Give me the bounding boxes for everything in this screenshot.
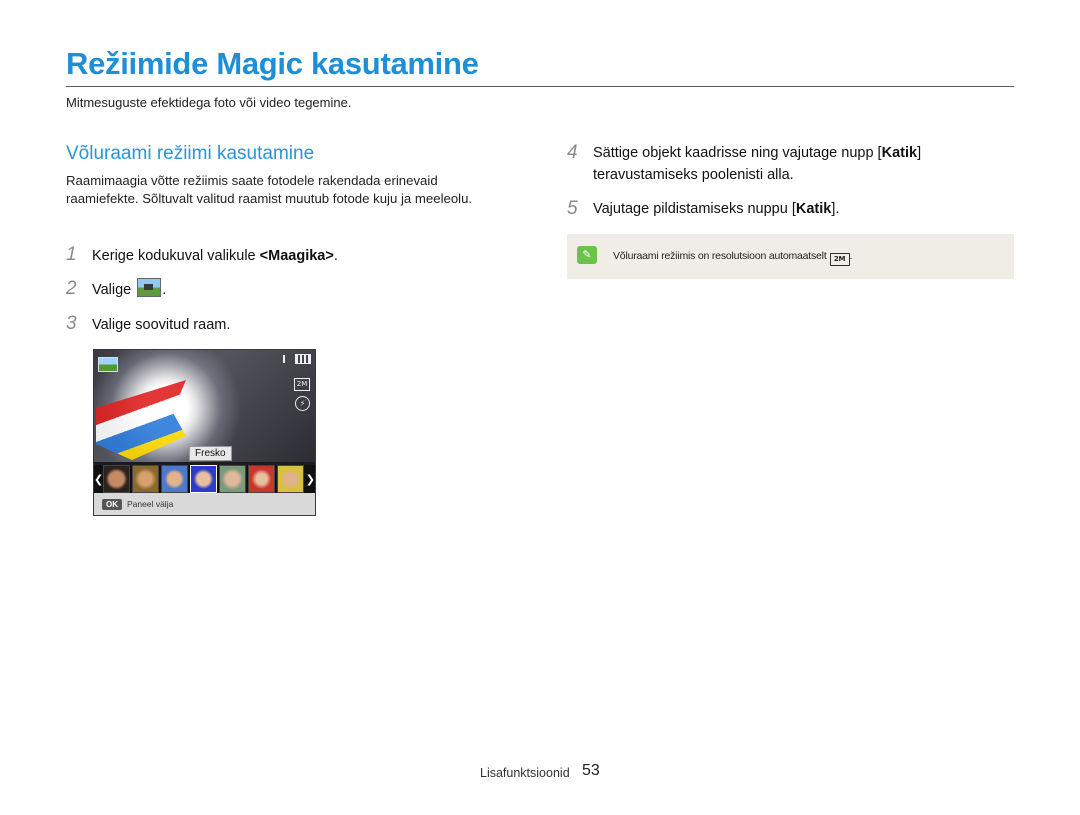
step-text: Vajutage pildistamiseks nuppu [ bbox=[593, 201, 796, 217]
step-text-end: . bbox=[162, 282, 167, 298]
camera-bottom-bar: OK Paneel välja bbox=[94, 493, 315, 515]
step-bold-text: Katik bbox=[795, 201, 832, 217]
step-number: 3 bbox=[66, 313, 77, 334]
step-text: Valige bbox=[92, 282, 132, 298]
frame-thumbnail-strip[interactable]: ❮ ❯ bbox=[94, 465, 315, 493]
title-divider bbox=[66, 86, 1014, 87]
frame-thumbnail[interactable] bbox=[103, 465, 131, 493]
step-text-end: ]. bbox=[831, 201, 840, 217]
ok-key-icon[interactable]: OK bbox=[102, 498, 122, 510]
battery-icon bbox=[295, 354, 311, 364]
step-number: 4 bbox=[567, 142, 578, 163]
frame-thumbnail[interactable] bbox=[132, 465, 160, 493]
frame-thumbnail[interactable] bbox=[218, 465, 246, 493]
step-text: Sättige objekt kaadrisse ning vajutage n… bbox=[593, 145, 882, 161]
step-5: 5 Vajutage pildistamiseks nuppu [Katik]. bbox=[567, 198, 993, 220]
step-1: 1 Kerige kodukuval valikule <Maagika>. bbox=[66, 244, 338, 266]
signal-icon bbox=[283, 355, 285, 363]
section-intro: Raamimaagia võtte režiimis saate fotodel… bbox=[66, 173, 473, 206]
note-text: Võluraami režiimis on resolutsioon autom… bbox=[613, 250, 852, 266]
flash-icon: ⚡ bbox=[295, 396, 310, 411]
page-number: 53 bbox=[582, 762, 600, 779]
step-text: Valige soovitud raam. bbox=[92, 317, 231, 333]
step-number: 2 bbox=[66, 278, 77, 299]
step-4: 4 Sättige objekt kaadrisse ning vajutage… bbox=[567, 142, 993, 186]
note-icon: ✎ bbox=[577, 246, 597, 264]
step-bold-text: Katik bbox=[881, 145, 918, 161]
page-subtitle: Mitmesuguste efektidega foto või video t… bbox=[66, 95, 352, 110]
step-2: 2 Valige. bbox=[66, 278, 166, 300]
step-number: 5 bbox=[567, 198, 578, 219]
chevron-right-icon[interactable]: ❯ bbox=[306, 473, 315, 486]
frame-name-label: Fresko bbox=[189, 446, 232, 461]
page-title: Režiimide Magic kasutamine bbox=[66, 46, 479, 81]
mode-icon bbox=[98, 357, 118, 372]
status-bar bbox=[283, 354, 311, 364]
chevron-left-icon[interactable]: ❮ bbox=[94, 473, 103, 486]
step-number: 1 bbox=[66, 244, 77, 265]
panel-off-label: Paneel välja bbox=[127, 499, 174, 509]
camera-screen: 2M ⚡ Fresko ❮ ❯ OK Paneel välja bbox=[93, 349, 316, 516]
section-title: Võluraami režiimi kasutamine bbox=[66, 143, 315, 164]
footer-section-label: Lisafunktsioonid bbox=[480, 766, 570, 780]
resolution-icon: 2M bbox=[294, 378, 310, 391]
frame-thumbnail-selected[interactable] bbox=[190, 465, 217, 493]
note-text-body: Võluraami režiimis on resolutsioon autom… bbox=[613, 250, 827, 262]
frame-thumbnail[interactable] bbox=[161, 465, 189, 493]
step-text-end: . bbox=[333, 248, 338, 264]
note-text-end: . bbox=[849, 250, 853, 262]
magic-frame-icon bbox=[137, 278, 162, 297]
note-box: ✎ Võluraami režiimis on resolutsioon aut… bbox=[567, 234, 1014, 279]
frame-thumbnail[interactable] bbox=[247, 465, 275, 493]
resolution-icon: 2M bbox=[829, 253, 850, 266]
frame-thumbnail[interactable] bbox=[276, 465, 304, 493]
step-text: Kerige kodukuval valikule bbox=[92, 248, 260, 264]
step-3: 3 Valige soovitud raam. bbox=[66, 313, 230, 335]
step-bold-text: <Maagika> bbox=[259, 248, 334, 264]
